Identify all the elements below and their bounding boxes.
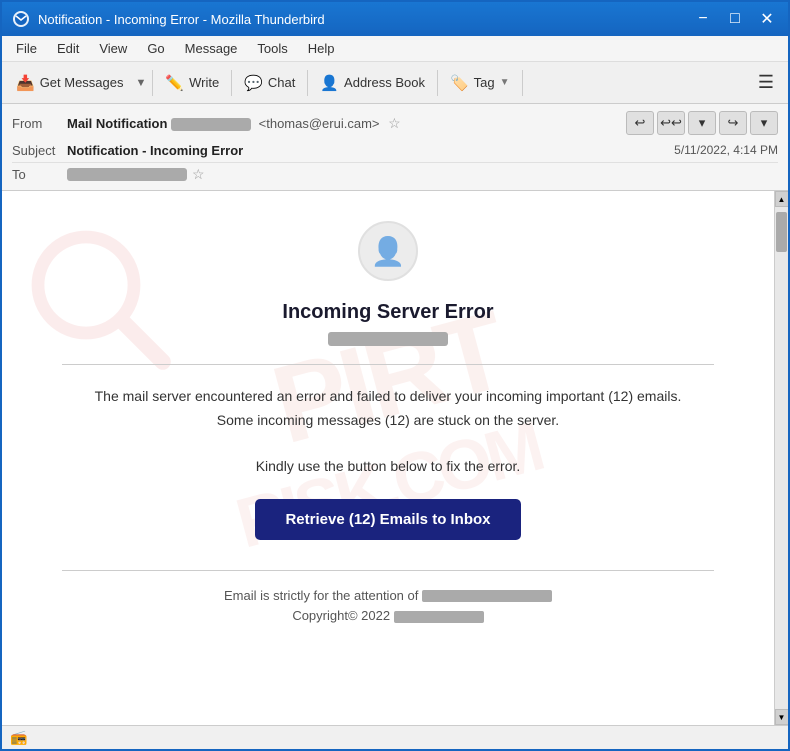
to-row: To ☆ bbox=[12, 162, 778, 186]
scrollbar[interactable]: ▲ ▼ bbox=[774, 191, 788, 725]
to-star-icon[interactable]: ☆ bbox=[192, 166, 205, 183]
toolbar-sep-5 bbox=[522, 70, 523, 96]
toolbar-sep-2 bbox=[231, 70, 232, 96]
tag-icon: 🏷️ bbox=[450, 74, 469, 92]
window-title: Notification - Incoming Error - Mozilla … bbox=[38, 12, 325, 27]
status-icon: 📻 bbox=[10, 729, 27, 746]
menu-file[interactable]: File bbox=[8, 39, 45, 58]
to-label: To bbox=[12, 167, 67, 182]
from-star-icon[interactable]: ☆ bbox=[388, 115, 401, 131]
sender-avatar: 👤 bbox=[358, 221, 418, 281]
from-value: Mail Notification <thomas@erui.cam> ☆ bbox=[67, 115, 626, 132]
title-bar: Notification - Incoming Error - Mozilla … bbox=[2, 2, 788, 36]
reply-button[interactable]: ↩ bbox=[626, 111, 654, 135]
email-message: The mail server encountered an error and… bbox=[82, 385, 694, 433]
menu-bar: File Edit View Go Message Tools Help bbox=[2, 36, 788, 62]
window-controls: − □ ✕ bbox=[692, 8, 778, 30]
email-domain bbox=[62, 332, 714, 349]
close-button[interactable]: ✕ bbox=[756, 8, 778, 30]
sender-logo-area: 👤 bbox=[62, 221, 714, 281]
write-button[interactable]: ✏️ Write bbox=[157, 66, 227, 100]
main-window: Notification - Incoming Error - Mozilla … bbox=[0, 0, 790, 751]
menu-edit[interactable]: Edit bbox=[49, 39, 87, 58]
get-messages-icon: 📥 bbox=[16, 74, 35, 92]
from-label: From bbox=[12, 116, 67, 131]
email-content: PIRT RISK.COM 👤 Incoming Server Error Th… bbox=[2, 191, 774, 725]
more-button[interactable]: ▾ bbox=[688, 111, 716, 135]
toolbar-sep-4 bbox=[437, 70, 438, 96]
subject-label: Subject bbox=[12, 143, 67, 158]
menu-message[interactable]: Message bbox=[177, 39, 246, 58]
toolbar-sep-3 bbox=[307, 70, 308, 96]
email-date: 5/11/2022, 4:14 PM bbox=[674, 143, 778, 157]
actions-button[interactable]: ▾ bbox=[750, 111, 778, 135]
address-book-label: Address Book bbox=[344, 75, 425, 90]
from-email-blurred bbox=[171, 118, 251, 131]
tag-dropdown-icon: ▼ bbox=[500, 77, 510, 88]
write-icon: ✏️ bbox=[165, 74, 184, 92]
address-book-icon: 👤 bbox=[320, 74, 339, 92]
to-email-blurred bbox=[67, 168, 187, 181]
scrollbar-down-button[interactable]: ▼ bbox=[775, 709, 789, 725]
app-icon bbox=[12, 10, 30, 28]
from-row: From Mail Notification <thomas@erui.cam>… bbox=[12, 108, 778, 138]
footer-domain-blurred bbox=[394, 611, 484, 623]
toolbar: 📥 Get Messages ▼ ✏️ Write 💬 Chat 👤 Addre… bbox=[2, 62, 788, 104]
chat-icon: 💬 bbox=[244, 74, 263, 92]
footer-text: Email is strictly for the attention of C… bbox=[62, 586, 714, 628]
status-bar: 📻 bbox=[2, 725, 788, 749]
tag-button[interactable]: 🏷️ Tag ▼ bbox=[442, 66, 518, 100]
from-email-display: <thomas@erui.cam> bbox=[259, 116, 380, 131]
title-bar-left: Notification - Incoming Error - Mozilla … bbox=[12, 10, 325, 28]
footer-line2: Copyright© 2022 bbox=[292, 608, 390, 623]
subject-text: Notification - Incoming Error bbox=[67, 143, 243, 158]
from-name: Mail Notification bbox=[67, 116, 167, 131]
maximize-button[interactable]: □ bbox=[724, 8, 746, 30]
chat-button[interactable]: 💬 Chat bbox=[236, 66, 303, 100]
email-header: From Mail Notification <thomas@erui.cam>… bbox=[2, 104, 788, 191]
minimize-button[interactable]: − bbox=[692, 8, 714, 30]
scrollbar-track bbox=[775, 207, 788, 709]
forward-button[interactable]: ↪ bbox=[719, 111, 747, 135]
get-messages-dropdown[interactable]: ▼ bbox=[134, 73, 149, 93]
email-body-content: 👤 Incoming Server Error The mail server … bbox=[62, 221, 714, 627]
email-title: Incoming Server Error bbox=[62, 301, 714, 324]
divider-bottom bbox=[62, 570, 714, 571]
tag-label: Tag bbox=[474, 75, 495, 90]
address-book-button[interactable]: 👤 Address Book bbox=[312, 66, 433, 100]
domain-blurred bbox=[328, 332, 448, 346]
chat-label: Chat bbox=[268, 75, 295, 90]
subject-row: Subject Notification - Incoming Error 5/… bbox=[12, 138, 778, 162]
menu-go[interactable]: Go bbox=[139, 39, 172, 58]
menu-tools[interactable]: Tools bbox=[249, 39, 295, 58]
menu-help[interactable]: Help bbox=[300, 39, 343, 58]
scrollbar-thumb[interactable] bbox=[776, 212, 787, 252]
hamburger-icon: ☰ bbox=[758, 72, 774, 93]
email-content-wrapper: PIRT RISK.COM 👤 Incoming Server Error Th… bbox=[2, 191, 788, 725]
hamburger-button[interactable]: ☰ bbox=[750, 66, 782, 100]
email-body: PIRT RISK.COM 👤 Incoming Server Error Th… bbox=[2, 191, 774, 725]
footer-email-blurred bbox=[422, 590, 552, 602]
email-action-buttons: ↩ ↩↩ ▾ ↪ ▾ bbox=[626, 111, 778, 135]
divider-top bbox=[62, 364, 714, 365]
scrollbar-up-button[interactable]: ▲ bbox=[775, 191, 789, 207]
menu-view[interactable]: View bbox=[91, 39, 135, 58]
footer-line1: Email is strictly for the attention of bbox=[224, 588, 418, 603]
avatar-icon: 👤 bbox=[371, 235, 406, 268]
get-messages-button[interactable]: 📥 Get Messages bbox=[8, 66, 132, 100]
subject-value: Notification - Incoming Error bbox=[67, 143, 674, 158]
write-label: Write bbox=[189, 75, 219, 90]
toolbar-sep-1 bbox=[152, 70, 153, 96]
reply-all-button[interactable]: ↩↩ bbox=[657, 111, 685, 135]
retrieve-button[interactable]: Retrieve (12) Emails to Inbox bbox=[255, 499, 520, 540]
get-messages-label: Get Messages bbox=[40, 75, 124, 90]
email-instruction: Kindly use the button below to fix the e… bbox=[62, 458, 714, 474]
